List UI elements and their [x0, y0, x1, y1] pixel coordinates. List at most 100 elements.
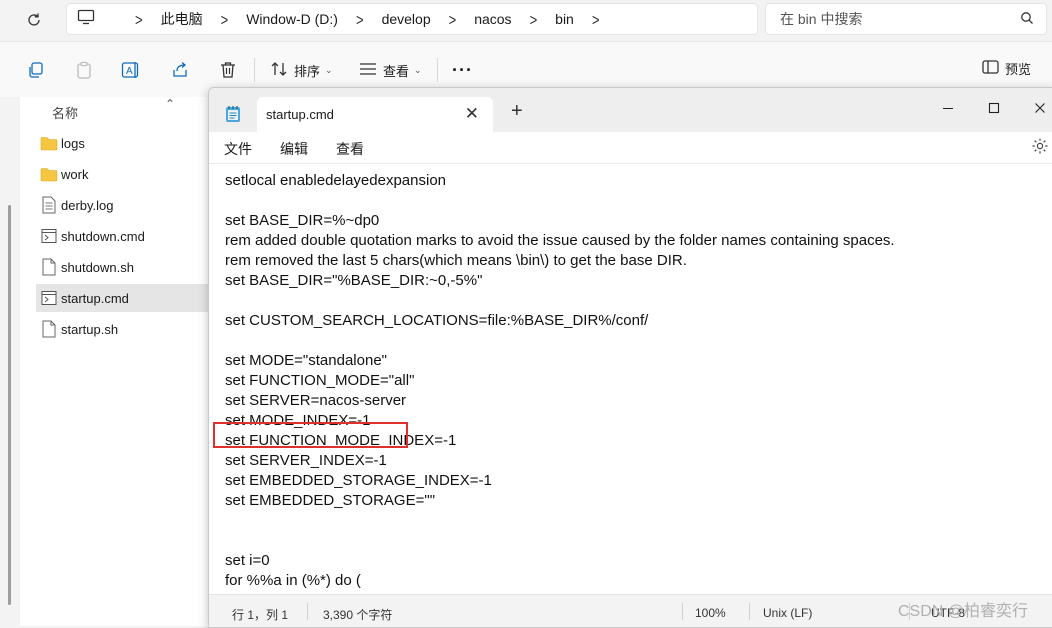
address-row: > 此电脑 > Window-D (D:) > develop > nacos … [0, 0, 1052, 40]
file-name: shutdown.cmd [61, 228, 145, 244]
file-item-startup-cmd[interactable]: startup.cmd [36, 284, 208, 312]
code-line: set BASE_DIR="%BASE_DIR:~0,-5%" [225, 272, 483, 289]
folder-icon [40, 134, 58, 152]
breadcrumb-develop[interactable]: develop [382, 11, 431, 27]
close-tab-icon[interactable]: ✕ [465, 104, 479, 124]
sort-icon [270, 61, 288, 80]
breadcrumb-drive[interactable]: Window-D (D:) [246, 11, 338, 27]
copy-icon[interactable] [26, 60, 46, 80]
watermark: CSDN @柏睿奕行 [898, 603, 1029, 620]
code-line: set SERVER=nacos-server [225, 392, 407, 409]
divider [307, 603, 308, 620]
code-line: rem removed the last 5 chars(which means… [225, 252, 687, 269]
chevron-right-icon: > [448, 9, 457, 29]
notepad-app-icon [225, 105, 241, 123]
scrollbar[interactable] [8, 205, 11, 605]
breadcrumb-bin[interactable]: bin [555, 11, 574, 27]
code-line: set EMBEDDED_STORAGE="" [225, 492, 436, 509]
text-file-icon [40, 196, 58, 214]
menu-view[interactable]: 查看 [336, 139, 364, 159]
close-window-icon[interactable] [1023, 94, 1052, 122]
status-cursor-position: 行 1，列 1 [232, 608, 289, 622]
view-label: 查看 [383, 63, 410, 79]
preview-pane-icon [982, 60, 999, 77]
chevron-down-icon: ⌄ [325, 64, 333, 75]
code-line: set FUNCTION_MODE="all" [225, 372, 415, 389]
menu-edit[interactable]: 编辑 [280, 139, 308, 159]
status-char-count: 3,390 个字符 [323, 608, 393, 622]
view-button[interactable]: 查看 ⌄ [359, 59, 422, 81]
chevron-right-icon: > [135, 9, 143, 29]
more-options-icon[interactable]: ··· [452, 60, 473, 81]
chevron-right-icon: > [355, 9, 364, 29]
notepad-title-bar[interactable]: startup.cmd ✕ + [209, 88, 1052, 132]
divider [254, 58, 255, 82]
refresh-icon[interactable] [24, 10, 44, 30]
paste-icon[interactable] [74, 60, 94, 80]
code-line: setlocal enabledelayedexpansion [225, 172, 447, 189]
chevron-right-icon[interactable]: > [592, 9, 600, 29]
chevron-right-icon: > [220, 9, 229, 29]
column-header-name[interactable]: 名称 [52, 103, 78, 122]
sort-ascending-icon: ⌃ [165, 97, 176, 111]
settings-gear-icon[interactable] [1031, 137, 1049, 160]
file-item-logs[interactable]: logs [36, 129, 208, 157]
code-line: set EMBEDDED_STORAGE_INDEX=-1 [225, 472, 492, 489]
cmd-file-icon [40, 227, 58, 245]
preview-button[interactable]: 预览 [982, 59, 1031, 78]
chevron-down-icon: ⌄ [414, 64, 422, 75]
chevron-right-icon: > [529, 9, 538, 29]
file-item-startup-sh[interactable]: startup.sh [36, 315, 208, 343]
file-name: shutdown.sh [61, 259, 134, 275]
view-list-icon [359, 62, 377, 79]
rename-icon[interactable]: A [121, 60, 141, 80]
file-name: startup.sh [61, 321, 119, 337]
file-item-shutdown-sh[interactable]: shutdown.sh [36, 253, 208, 281]
file-icon [40, 258, 58, 276]
code-line: for %%a in (%*) do ( [225, 572, 361, 589]
menu-file[interactable]: 文件 [224, 139, 252, 159]
cmd-file-icon [40, 289, 58, 307]
search-icon[interactable] [1020, 11, 1034, 30]
file-name: startup.cmd [61, 290, 129, 306]
search-input[interactable]: 在 bin 中搜索 [765, 3, 1047, 35]
divider [749, 603, 750, 620]
status-zoom[interactable]: 100% [695, 606, 726, 620]
file-item-derby-log[interactable]: derby.log [36, 191, 208, 219]
highlight-annotation-box [213, 422, 408, 448]
notepad-text-area[interactable]: setlocal enabledelayedexpansion set BASE_… [209, 164, 1052, 594]
code-line: set SERVER_INDEX=-1 [225, 452, 387, 469]
minimize-icon[interactable] [931, 94, 965, 122]
file-item-shutdown-cmd[interactable]: shutdown.cmd [36, 222, 208, 250]
notepad-window: startup.cmd ✕ + 文件 编辑 查看 setlocal enable… [208, 87, 1052, 628]
status-line-ending[interactable]: Unix (LF) [763, 606, 812, 620]
computer-icon [77, 9, 95, 30]
code-line: rem added double quotation marks to avoi… [225, 232, 895, 249]
tab-startup-cmd[interactable]: startup.cmd ✕ [257, 97, 493, 132]
code-line: set CUSTOM_SEARCH_LOCATIONS=file:%BASE_D… [225, 312, 649, 329]
maximize-icon[interactable] [977, 94, 1011, 122]
sort-button[interactable]: 排序 ⌄ [270, 59, 333, 81]
breadcrumb-nacos[interactable]: nacos [474, 11, 511, 27]
address-bar[interactable]: > 此电脑 > Window-D (D:) > develop > nacos … [66, 3, 758, 35]
file-name: logs [61, 135, 85, 151]
notepad-menu-bar: 文件 编辑 查看 [209, 132, 1052, 164]
code-line: set i=0 [225, 552, 270, 569]
code-line: set MODE="standalone" [225, 352, 387, 369]
navigation-pane-edge [0, 97, 20, 626]
tab-title: startup.cmd [266, 107, 334, 122]
file-item-work[interactable]: work [36, 160, 208, 188]
new-tab-icon[interactable]: + [511, 100, 523, 123]
file-name: derby.log [61, 197, 114, 213]
breadcrumb-this-pc[interactable]: 此电脑 [161, 9, 203, 29]
delete-icon[interactable] [218, 60, 238, 80]
preview-label: 预览 [1005, 62, 1032, 77]
share-icon[interactable] [170, 60, 190, 80]
file-name: work [61, 166, 89, 182]
svg-text:A: A [126, 66, 133, 77]
sort-label: 排序 [294, 63, 321, 79]
search-placeholder: 在 bin 中搜索 [780, 11, 863, 27]
divider [437, 58, 438, 82]
file-icon [40, 320, 58, 338]
folder-icon [40, 165, 58, 183]
